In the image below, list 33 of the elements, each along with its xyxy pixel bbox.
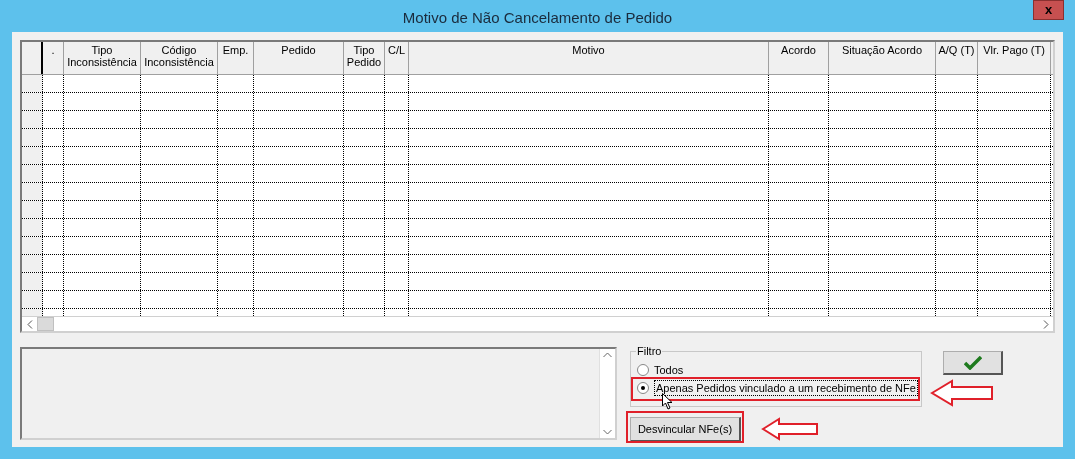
column-header[interactable]: Pedido [254, 42, 344, 74]
column-header[interactable]: Motivo [409, 42, 769, 74]
group-title: Filtro [636, 344, 663, 358]
column-header[interactable]: Situação Acordo [829, 42, 936, 74]
mouse-cursor-icon [662, 393, 673, 410]
column-header[interactable]: A/Q (T) [936, 42, 978, 74]
column-header[interactable]: Tipo Inconsistência [64, 42, 141, 74]
column-header[interactable]: . [43, 42, 64, 74]
radio-option[interactable]: Todos [634, 361, 921, 379]
column-header[interactable]: Vlr. Pago (T) [978, 42, 1051, 74]
column-header[interactable]: Tipo Pedido [344, 42, 385, 74]
row-header-corner [22, 42, 43, 74]
close-button[interactable]: x [1033, 0, 1064, 20]
column-header[interactable]: C/L [385, 42, 409, 74]
vertical-scrollbar[interactable] [599, 349, 615, 438]
scroll-down-icon[interactable] [603, 429, 612, 435]
checkmark-icon [963, 355, 982, 370]
arrow-icon [761, 417, 819, 441]
memo-field[interactable] [20, 347, 617, 440]
radio-button[interactable] [637, 382, 649, 394]
column-header[interactable]: Código Inconsistência [141, 42, 218, 74]
arrow-icon [930, 379, 994, 407]
scroll-right-icon[interactable] [1042, 319, 1049, 329]
radio-button[interactable] [637, 364, 649, 376]
column-header[interactable]: Emp. [218, 42, 254, 74]
window-title: Motivo de Não Cancelamento de Pedido [402, 8, 673, 28]
scroll-up-icon[interactable] [603, 352, 612, 358]
scroll-left-icon[interactable] [26, 319, 33, 329]
column-header[interactable]: Acordo [769, 42, 829, 74]
horizontal-scrollbar[interactable] [22, 316, 1053, 331]
scrollbar-thumb[interactable] [37, 317, 54, 331]
confirm-button[interactable] [943, 351, 1003, 375]
unlink-button[interactable]: Desvincular NFe(s) [630, 417, 741, 442]
